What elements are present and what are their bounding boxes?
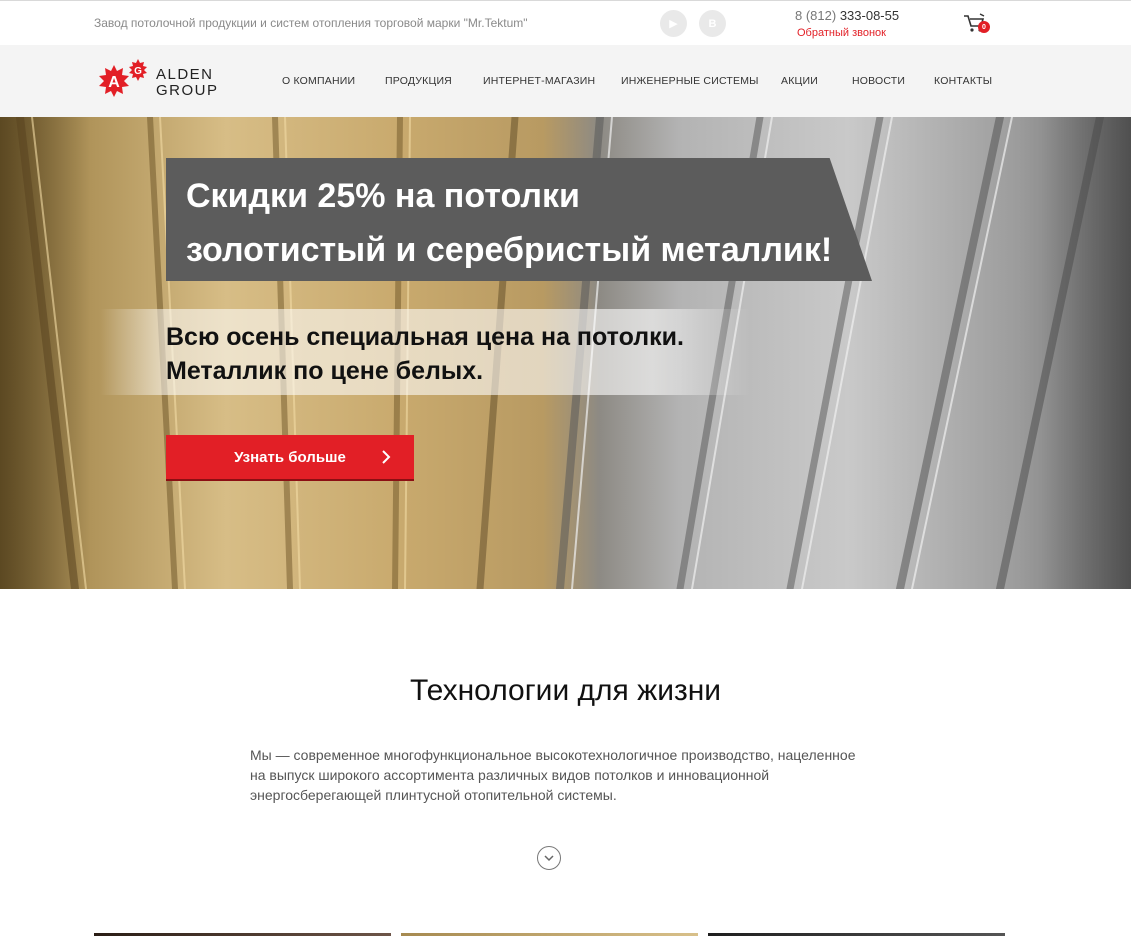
hero-subheadline-line2: Металлик по цене белых.: [166, 357, 484, 385]
logo-wordmark: ALDEN GROUP: [156, 67, 219, 99]
nav-item-products[interactable]: ПРОДУКЦИЯ: [385, 75, 452, 87]
phone-prefix: 8 (812): [795, 8, 837, 23]
logo-letter-g: G: [134, 66, 142, 77]
chevron-right-icon: [382, 450, 391, 464]
hero-banner: Скидки 25% на потолки золотистый и сереб…: [0, 117, 1131, 589]
hero-headline-line1: Скидки 25% на потолки: [186, 177, 580, 215]
cart-button[interactable]: 0: [963, 13, 991, 37]
main-navbar: A G ALDEN GROUP О КОМПАНИИ ПРОДУКЦИЯ ИНТ…: [0, 45, 1131, 117]
phone-digits: 333-08-55: [839, 8, 900, 23]
hero-subheadline: Всю осень специальная цена на потолки. М…: [166, 320, 684, 388]
section-description: Мы — современное многофункциональное выс…: [250, 747, 856, 803]
youtube-icon[interactable]: ▶: [660, 10, 687, 37]
nav-item-promotions[interactable]: АКЦИИ: [781, 75, 818, 87]
hero-subheadline-line1: Всю осень специальная цена на потолки.: [166, 323, 684, 351]
section-title: Технологии для жизни: [409, 674, 722, 707]
learn-more-button[interactable]: Узнать больше: [166, 435, 414, 481]
top-info-bar: Завод потолочной продукции и систем отоп…: [0, 0, 1131, 45]
scroll-down-button[interactable]: [537, 846, 561, 870]
logo-line2: GROUP: [156, 82, 219, 99]
logo-letter-a: A: [108, 74, 120, 91]
hero-headline-line2: золотистый и серебристый металлик!: [186, 231, 833, 269]
nav-item-about[interactable]: О КОМПАНИИ: [282, 75, 355, 87]
chevron-down-icon: [544, 855, 554, 862]
phone-number[interactable]: 8 (812) 333-08-55: [795, 8, 899, 23]
nav-item-engineering[interactable]: ИНЖЕНЕРНЫЕ СИСТЕМЫ: [621, 75, 759, 87]
company-logo[interactable]: A G ALDEN GROUP: [94, 57, 234, 105]
vk-icon[interactable]: B: [699, 10, 726, 37]
logo-star-icon: A G: [99, 59, 147, 97]
company-tagline: Завод потолочной продукции и систем отоп…: [94, 16, 528, 30]
logo-line1: ALDEN: [156, 66, 214, 83]
hero-headline: Скидки 25% на потолки золотистый и сереб…: [186, 169, 832, 277]
nav-item-contacts[interactable]: КОНТАКТЫ: [934, 75, 992, 87]
nav-item-news[interactable]: НОВОСТИ: [852, 75, 905, 87]
cart-count-badge: 0: [978, 21, 990, 33]
nav-item-shop[interactable]: ИНТЕРНЕТ-МАГАЗИН: [483, 75, 595, 87]
learn-more-label: Узнать больше: [234, 448, 346, 466]
callback-link[interactable]: Обратный звонок: [797, 27, 886, 39]
